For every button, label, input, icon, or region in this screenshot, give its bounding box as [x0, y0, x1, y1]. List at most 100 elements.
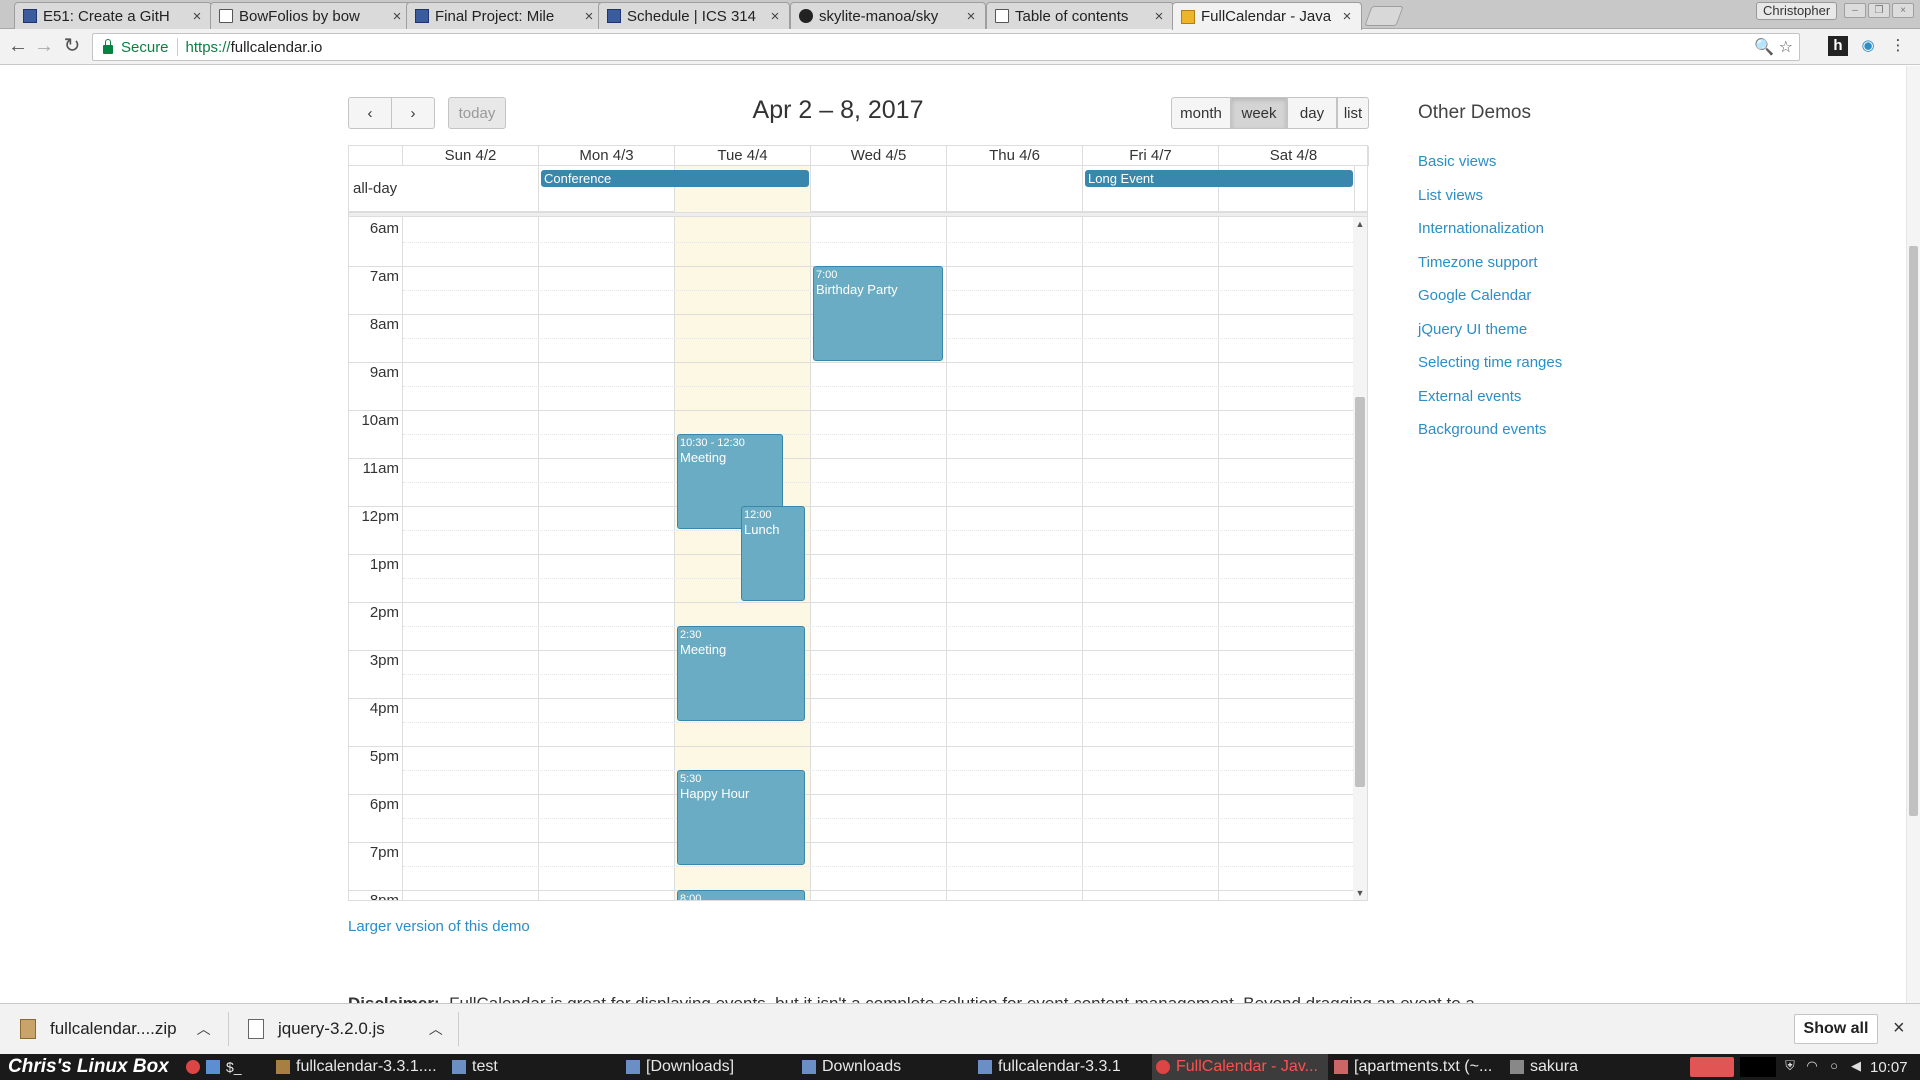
status-tray-icon[interactable]: ○ — [1826, 1058, 1842, 1074]
taskbar-item[interactable]: Downloads — [798, 1054, 968, 1080]
page-scrollbar[interactable] — [1906, 66, 1920, 1003]
all-day-event[interactable]: Long Event — [1085, 170, 1353, 187]
tab-close-icon[interactable]: × — [389, 8, 405, 25]
time-grid-scrollbar[interactable]: ▲ ▼ — [1353, 217, 1367, 900]
extension-h-icon[interactable]: h — [1828, 36, 1848, 56]
chevron-up-icon[interactable]: ︿ — [197, 1019, 211, 1039]
half-hour-line — [403, 530, 1353, 531]
volume-tray-icon[interactable]: ◀ — [1848, 1058, 1864, 1074]
all-day-event[interactable]: Conference — [541, 170, 809, 187]
demo-link[interactable]: List views — [1418, 187, 1483, 204]
timed-event[interactable]: 5:30 Happy Hour — [677, 770, 805, 865]
half-hour-line — [403, 626, 1353, 627]
download-filename: fullcalendar....zip — [50, 1019, 177, 1038]
url-host: fullcalendar.io — [230, 38, 323, 56]
demo-link[interactable]: Background events — [1418, 421, 1546, 438]
back-icon[interactable]: ← — [6, 35, 30, 59]
tab-close-icon[interactable]: × — [581, 8, 597, 25]
tab-close-icon[interactable]: × — [767, 8, 783, 25]
all-day-cell[interactable] — [403, 166, 539, 212]
close-window-icon[interactable]: × — [1892, 3, 1914, 18]
tab-close-icon[interactable]: × — [1151, 8, 1167, 25]
timed-event[interactable]: 7:00 Birthday Party — [813, 266, 943, 361]
shield-tray-icon[interactable]: ⛨ — [1782, 1058, 1798, 1074]
chrome-tray-icon[interactable] — [1690, 1057, 1734, 1077]
clock[interactable]: 10:07 — [1870, 1054, 1908, 1080]
timed-event[interactable]: 8:00 — [677, 890, 805, 900]
browser-tab[interactable]: FullCalendar - Java × — [1172, 2, 1362, 30]
taskbar: Chris's Linux Box $_ fullcalendar-3.3.1.… — [0, 1054, 1920, 1080]
time-grid[interactable]: 6am 7am 8am 9am 10am 11am 12pm 1pm 2pm 3pm 4pm 5pm 6… — [349, 217, 1367, 900]
bookmark-star-icon[interactable]: ☆ — [1779, 39, 1793, 56]
browser-tab[interactable]: Schedule | ICS 314 × — [598, 2, 790, 29]
files-launcher-icon[interactable] — [206, 1060, 220, 1074]
demo-link[interactable]: Timezone support — [1418, 254, 1538, 271]
demo-link[interactable]: External events — [1418, 388, 1521, 405]
page-scroll-thumb[interactable] — [1909, 246, 1918, 816]
scroll-up-icon[interactable]: ▲ — [1353, 219, 1367, 229]
view-list-button[interactable]: list — [1337, 97, 1369, 129]
menu-icon[interactable]: ⋮ — [1888, 36, 1908, 56]
minimize-icon[interactable]: – — [1844, 3, 1866, 18]
extension-shield-icon[interactable]: ◉ — [1858, 36, 1878, 56]
larger-version-link[interactable]: Larger version of this demo — [348, 918, 530, 935]
demo-link[interactable]: jQuery UI theme — [1418, 321, 1527, 338]
lock-icon — [103, 38, 113, 54]
time-grid-scroll-thumb[interactable] — [1355, 397, 1365, 787]
day-header: Thu 4/6 — [947, 146, 1083, 166]
show-all-button[interactable]: Show all — [1794, 1014, 1878, 1044]
taskbar-item[interactable]: FullCalendar - Jav... — [1152, 1054, 1328, 1080]
next-button[interactable]: › — [391, 97, 435, 129]
event-time: 12:00 — [744, 509, 772, 521]
taskbar-item[interactable]: test — [448, 1054, 574, 1080]
browser-tab[interactable]: Final Project: Mile × — [406, 2, 604, 29]
browser-tab[interactable]: skylite-manoa/sky × — [790, 2, 986, 29]
timed-event[interactable]: 12:00 Lunch — [741, 506, 805, 601]
taskbar-brand[interactable]: Chris's Linux Box — [8, 1054, 169, 1080]
scroll-down-icon[interactable]: ▼ — [1353, 888, 1367, 898]
close-download-shelf-icon[interactable]: × — [1893, 1017, 1905, 1040]
blue-book-icon — [607, 9, 621, 23]
reload-icon[interactable]: ↻ — [60, 35, 84, 59]
new-tab-button[interactable] — [1364, 6, 1404, 26]
taskbar-item[interactable]: [Downloads] — [622, 1054, 742, 1080]
browser-tab[interactable]: BowFolios by bow × — [210, 2, 412, 29]
event-time: 5:30 — [680, 773, 702, 785]
tab-title: Final Project: Mile — [435, 7, 555, 25]
demo-link[interactable]: Basic views — [1418, 153, 1496, 170]
all-day-cell[interactable] — [947, 166, 1083, 212]
all-day-cell[interactable] — [811, 166, 947, 212]
browser-tab[interactable]: Table of contents × — [986, 2, 1174, 29]
taskbar-item-label: [Downloads] — [646, 1058, 735, 1075]
timed-event[interactable]: 2:30 Meeting — [677, 626, 805, 721]
tab-close-icon[interactable]: × — [1339, 8, 1355, 25]
demo-link[interactable]: Google Calendar — [1418, 287, 1531, 304]
forward-icon[interactable]: → — [32, 35, 56, 59]
event-title: Birthday Party — [816, 282, 898, 297]
github-icon — [799, 9, 813, 23]
today-button[interactable]: today — [448, 97, 506, 129]
taskbar-item[interactable]: fullcalendar-3.3.1 — [974, 1054, 1140, 1080]
taskbar-item[interactable]: sakura — [1506, 1054, 1606, 1080]
prev-button[interactable]: ‹ — [348, 97, 392, 129]
address-bar[interactable]: Secure https://fullcalendar.io 🔍 ☆ — [92, 33, 1800, 61]
view-month-button[interactable]: month — [1171, 97, 1231, 129]
browser-tab[interactable]: E51: Create a GitH × — [14, 2, 212, 29]
taskbar-item[interactable]: fullcalendar-3.3.1.... — [272, 1054, 442, 1080]
tab-close-icon[interactable]: × — [963, 8, 979, 25]
profile-button[interactable]: Christopher — [1756, 2, 1838, 20]
download-item-zip[interactable]: fullcalendar....zip ︿ — [20, 1012, 211, 1046]
terminal-launcher-icon[interactable]: $_ — [226, 1059, 242, 1075]
chevron-up-icon[interactable]: ︿ — [429, 1019, 443, 1039]
taskbar-item[interactable]: [apartments.txt (~... — [1330, 1054, 1504, 1080]
tab-close-icon[interactable]: × — [189, 8, 205, 25]
wifi-tray-icon[interactable]: ◠ — [1804, 1058, 1820, 1074]
demo-link[interactable]: Selecting time ranges — [1418, 354, 1562, 371]
chrome-launcher-icon[interactable] — [186, 1060, 200, 1074]
demo-link[interactable]: Internationalization — [1418, 220, 1544, 237]
download-item-js[interactable]: jquery-3.2.0.js ︿ — [248, 1012, 443, 1046]
maximize-icon[interactable]: ❐ — [1868, 3, 1890, 18]
zoom-icon[interactable]: 🔍 — [1754, 39, 1774, 56]
view-week-button[interactable]: week — [1231, 97, 1287, 129]
view-day-button[interactable]: day — [1287, 97, 1337, 129]
